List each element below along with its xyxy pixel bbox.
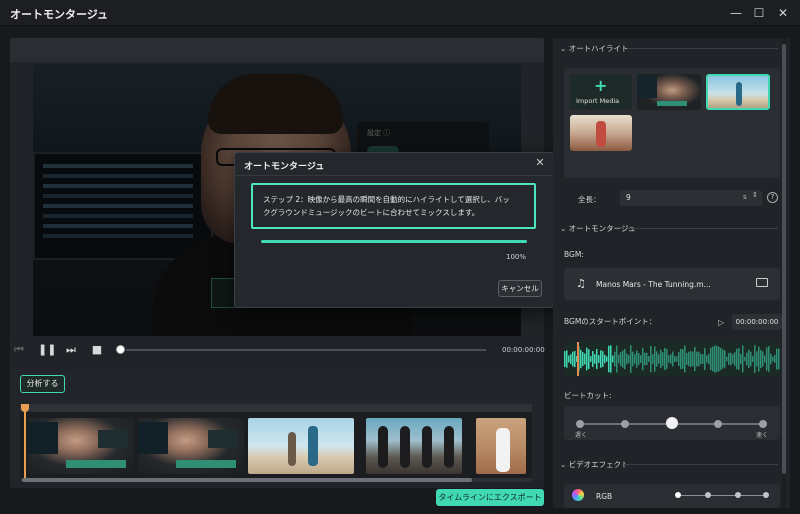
dialog-progress-bar xyxy=(261,240,527,243)
stop-icon[interactable]: ■ xyxy=(90,343,104,357)
beat-high-label: 速く xyxy=(756,432,769,439)
clip-thumbnail[interactable] xyxy=(138,418,244,474)
timeline-scrollbar-thumb[interactable] xyxy=(22,478,472,482)
effect-intensity-knob[interactable] xyxy=(675,492,681,498)
section-auto-highlight[interactable]: ⌄ オートハイライト xyxy=(560,43,629,54)
window-title: オートモンタージュ xyxy=(10,8,109,21)
section-divider xyxy=(628,48,778,49)
current-time: 00:00:00:00 xyxy=(502,346,545,354)
effect-intensity-track[interactable] xyxy=(678,495,768,496)
media-item[interactable] xyxy=(570,115,632,151)
chevron-down-icon: ⌄ xyxy=(560,460,569,469)
dialog-title: オートモンタージュ xyxy=(244,162,325,172)
beat-step[interactable] xyxy=(759,420,767,428)
cancel-button[interactable]: キャンセル xyxy=(498,280,542,297)
effect-name: RGB xyxy=(596,492,613,501)
chevron-down-icon: ⌄ xyxy=(560,44,569,53)
length-input[interactable]: 9 xyxy=(620,190,762,206)
folder-icon[interactable] xyxy=(756,278,768,287)
beat-low-label: 遅く xyxy=(575,432,588,439)
beat-cut-label: ビートカット: xyxy=(564,391,612,400)
beat-step[interactable] xyxy=(576,420,584,428)
waveform-graphic xyxy=(564,345,780,373)
length-unit: s xyxy=(743,193,747,201)
clip-thumbnail[interactable] xyxy=(366,418,462,474)
effect-step[interactable] xyxy=(735,492,741,498)
length-label: 全長： xyxy=(578,195,601,204)
bgm-track-name: Manos Mars - The Tunning.m... xyxy=(596,280,711,289)
effect-step[interactable] xyxy=(763,492,769,498)
clip-thumbnail[interactable] xyxy=(248,418,354,474)
section-divider xyxy=(624,464,778,465)
maximize-button[interactable]: ☐ xyxy=(749,3,769,23)
stepper-icon[interactable]: ⇕ xyxy=(752,191,758,199)
dialog-message: ステップ 2：映像から最高の瞬間を自動的にハイライトして選択し、バッ クグラウン… xyxy=(251,183,536,229)
section-video-effect[interactable]: ⌄ ビデオエフェクト xyxy=(560,459,629,470)
bgm-label: BGM: xyxy=(564,250,584,259)
beat-step[interactable] xyxy=(621,420,629,428)
clip-thumbnail[interactable] xyxy=(28,418,134,474)
timeline-ruler xyxy=(20,404,532,412)
import-media-label: Import Media xyxy=(576,97,620,105)
help-icon[interactable]: ? xyxy=(767,192,778,203)
bgm-waveform[interactable] xyxy=(564,342,780,376)
section-divider xyxy=(628,228,778,229)
close-window-button[interactable]: ✕ xyxy=(773,3,793,23)
analyze-button[interactable]: 分析する xyxy=(20,375,65,393)
media-item-selected[interactable] xyxy=(706,74,770,110)
dialog-close-icon[interactable]: ✕ xyxy=(534,157,546,169)
pause-icon[interactable]: ❚❚ xyxy=(38,343,56,357)
beat-step[interactable] xyxy=(714,420,722,428)
settings-scrollbar-thumb[interactable] xyxy=(782,44,786,474)
seek-knob[interactable] xyxy=(116,345,125,354)
next-frame-icon[interactable]: ⏭ xyxy=(64,343,78,357)
timeline-playhead[interactable] xyxy=(24,406,26,478)
beat-cut-knob[interactable] xyxy=(666,417,678,429)
bgm-start-time[interactable]: 00:00:00:00 xyxy=(732,314,782,330)
bgm-start-marker[interactable] xyxy=(577,342,579,376)
seek-bar[interactable] xyxy=(126,349,486,351)
effect-step[interactable] xyxy=(705,492,711,498)
dialog-divider xyxy=(235,175,553,176)
prev-frame-icon[interactable]: ⏮ xyxy=(12,343,26,357)
play-icon[interactable]: ▷ xyxy=(718,318,724,327)
media-item[interactable] xyxy=(637,74,701,110)
plus-icon: + xyxy=(594,76,608,95)
minimize-button[interactable]: — xyxy=(726,3,746,23)
playhead-handle[interactable] xyxy=(21,404,29,412)
rgb-effect-icon xyxy=(572,489,584,501)
bgm-start-label: BGMのスタートポイント： xyxy=(564,317,657,326)
message-line: クグラウンドミュージックのビートに合わせてミックスします。 xyxy=(263,208,480,217)
chevron-down-icon: ⌄ xyxy=(560,224,569,233)
message-line: ステップ 2：映像から最高の瞬間を自動的にハイライトして選択し、バッ xyxy=(263,195,510,204)
preview-header xyxy=(10,38,544,62)
title-bar xyxy=(0,0,800,26)
music-note-icon: ♫ xyxy=(576,277,586,290)
section-auto-montage[interactable]: ⌄ オートモンタージュ xyxy=(560,223,636,234)
clip-thumbnail[interactable] xyxy=(476,418,526,474)
export-to-timeline-button[interactable]: タイムラインにエクスポートする xyxy=(436,489,544,514)
dialog-progress-percent: 100% xyxy=(506,253,527,261)
